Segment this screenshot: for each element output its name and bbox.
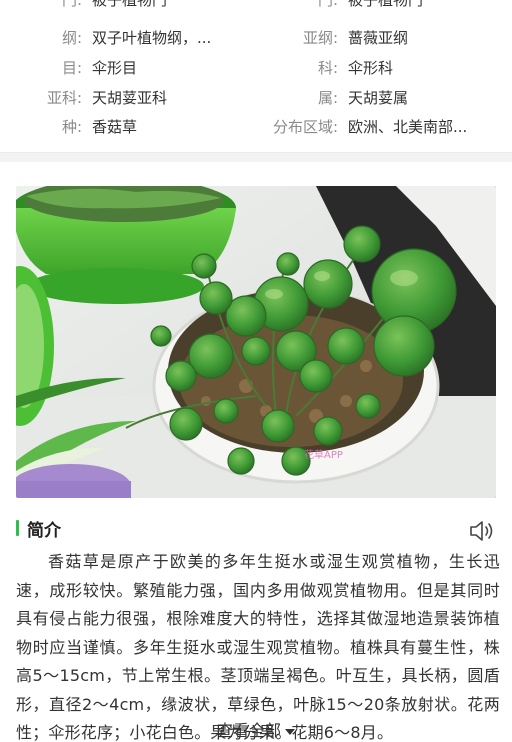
taxonomy-label: 纲: [61, 29, 82, 47]
taxonomy-label: 种: [61, 118, 82, 136]
intro-header: 简介 [16, 516, 61, 541]
taxonomy-label: 属: [317, 89, 338, 107]
plant-photo-illustration: 花草APP [16, 186, 496, 498]
taxonomy-value: 天胡荽属 [348, 89, 409, 107]
intro-title: 简介 [27, 520, 61, 541]
taxonomy-label: 科: [317, 59, 338, 77]
taxonomy-label: 门: [61, 0, 82, 9]
taxonomy-label: 分布区域: [272, 118, 338, 136]
taxonomy-value: 香菇草 [92, 118, 138, 136]
taxonomy-value[interactable]: 欧洲、北美南部... [348, 113, 467, 141]
section-divider [0, 152, 512, 162]
taxonomy-label: 门: [317, 0, 338, 9]
taxonomy-value[interactable]: 双子叶植物纲，... [92, 24, 211, 52]
taxonomy-row: 种: 香菇草 分布区域: 欧洲、北美南部... [0, 113, 512, 141]
taxonomy-label: 亚科: [46, 89, 82, 107]
intro-accent-bar [16, 520, 19, 536]
taxonomy-value: 蔷薇亚纲 [348, 29, 409, 47]
taxonomy-row: 目: 伞形目 科: 伞形科 [0, 54, 512, 82]
taxonomy-row: 亚科: 天胡荽亚科 属: 天胡荽属 [0, 84, 512, 112]
taxonomy-value: 伞形科 [348, 59, 394, 77]
taxonomy-label: 目: [61, 59, 82, 77]
taxonomy-value: 天胡荽亚科 [92, 89, 168, 107]
taxonomy-row: 门: 被子植物门 门: 被子植物门 [0, 0, 512, 14]
view-all-link[interactable]: 查看全部 [0, 720, 512, 742]
taxonomy-value: 被子植物门 [348, 0, 424, 9]
taxonomy-value: 伞形目 [92, 59, 138, 77]
taxonomy-value: 被子植物门 [92, 0, 168, 9]
speaker-icon[interactable] [468, 519, 496, 543]
view-all-label: 查看全部 [216, 721, 281, 740]
caret-down-icon [285, 728, 295, 735]
intro-text: 香菇草是原产于欧美的多年生挺水或湿生观赏植物，生长迅速，成形较快。繁殖能力强，国… [16, 552, 500, 742]
photo-watermark: 花草APP [304, 448, 343, 461]
taxonomy-row: 纲: 双子叶植物纲，... 亚纲: 蔷薇亚纲 [0, 24, 512, 52]
plant-photo[interactable]: 花草APP [16, 186, 496, 498]
taxonomy-table: 门: 被子植物门 门: 被子植物门 纲: 双子叶植物纲，... 亚纲: 蔷薇亚纲… [0, 0, 512, 152]
taxonomy-label: 亚纲: [302, 29, 338, 47]
